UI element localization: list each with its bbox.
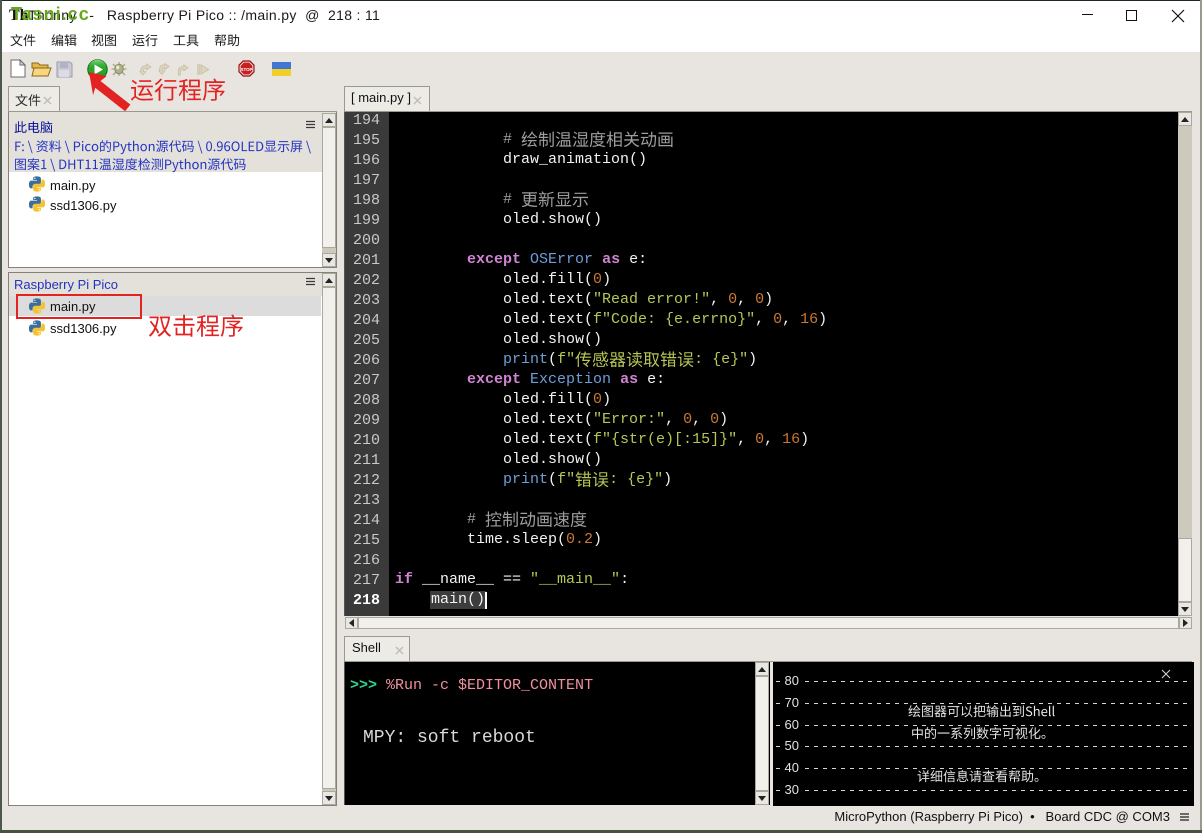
svg-text:STOP: STOP: [241, 67, 253, 72]
